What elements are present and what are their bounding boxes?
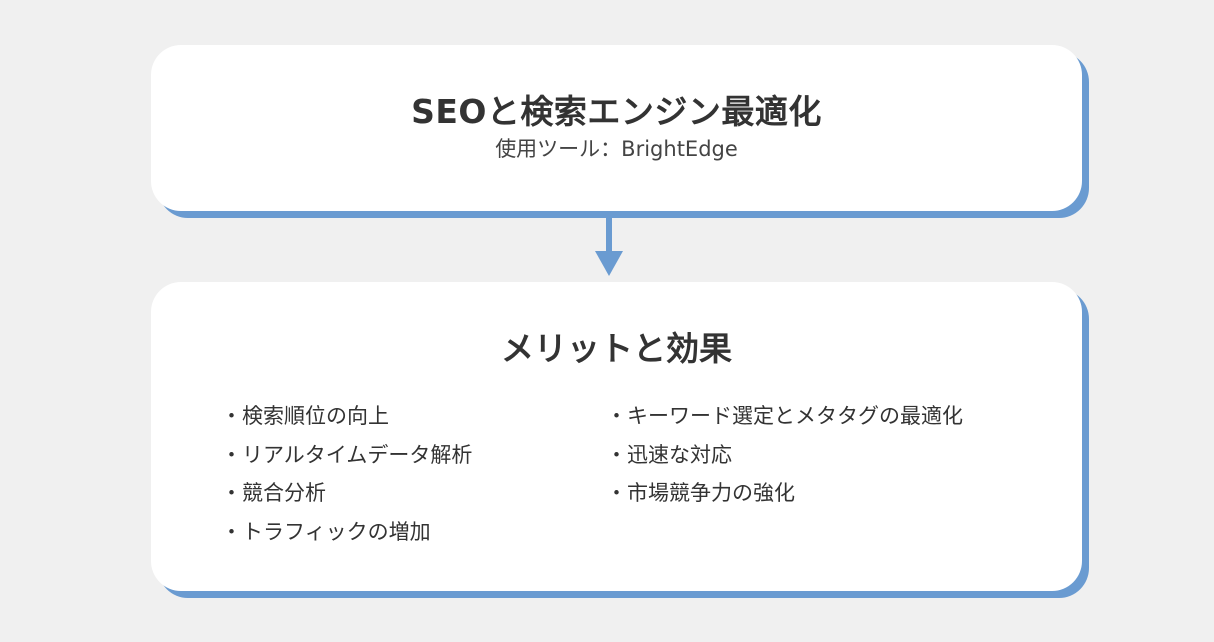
benefits-list-left: ・検索順位の向上 ・リアルタイムデータ解析 ・競合分析 ・トラフィックの増加 [221,397,472,551]
benefits-title: メリットと効果 [501,329,732,368]
benefits-list-right: ・キーワード選定とメタタグの最適化 ・迅速な対応 ・市場競争力の強化 [606,397,963,513]
list-item: ・迅速な対応 [606,442,732,467]
down-arrow-icon [595,218,623,276]
list-item: ・検索順位の向上 [221,404,389,428]
list-item: ・トラフィックの増加 [221,519,431,544]
list-item: ・リアルタイムデータ解析 [221,442,473,467]
list-item: ・市場競争力の強化 [606,481,795,505]
tool-box-title: SEOと検索エンジン最適化 [411,92,822,131]
tool-box-subtitle: 使用ツール：BrightEdge [495,137,738,161]
list-item: ・キーワード選定とメタタグの最適化 [606,404,963,428]
list-item: ・競合分析 [221,481,326,505]
tool-box: SEOと検索エンジン最適化 使用ツール：BrightEdge [151,45,1082,211]
benefits-box: メリットと効果 ・検索順位の向上 ・リアルタイムデータ解析 ・競合分析 ・トラフ… [151,282,1082,591]
